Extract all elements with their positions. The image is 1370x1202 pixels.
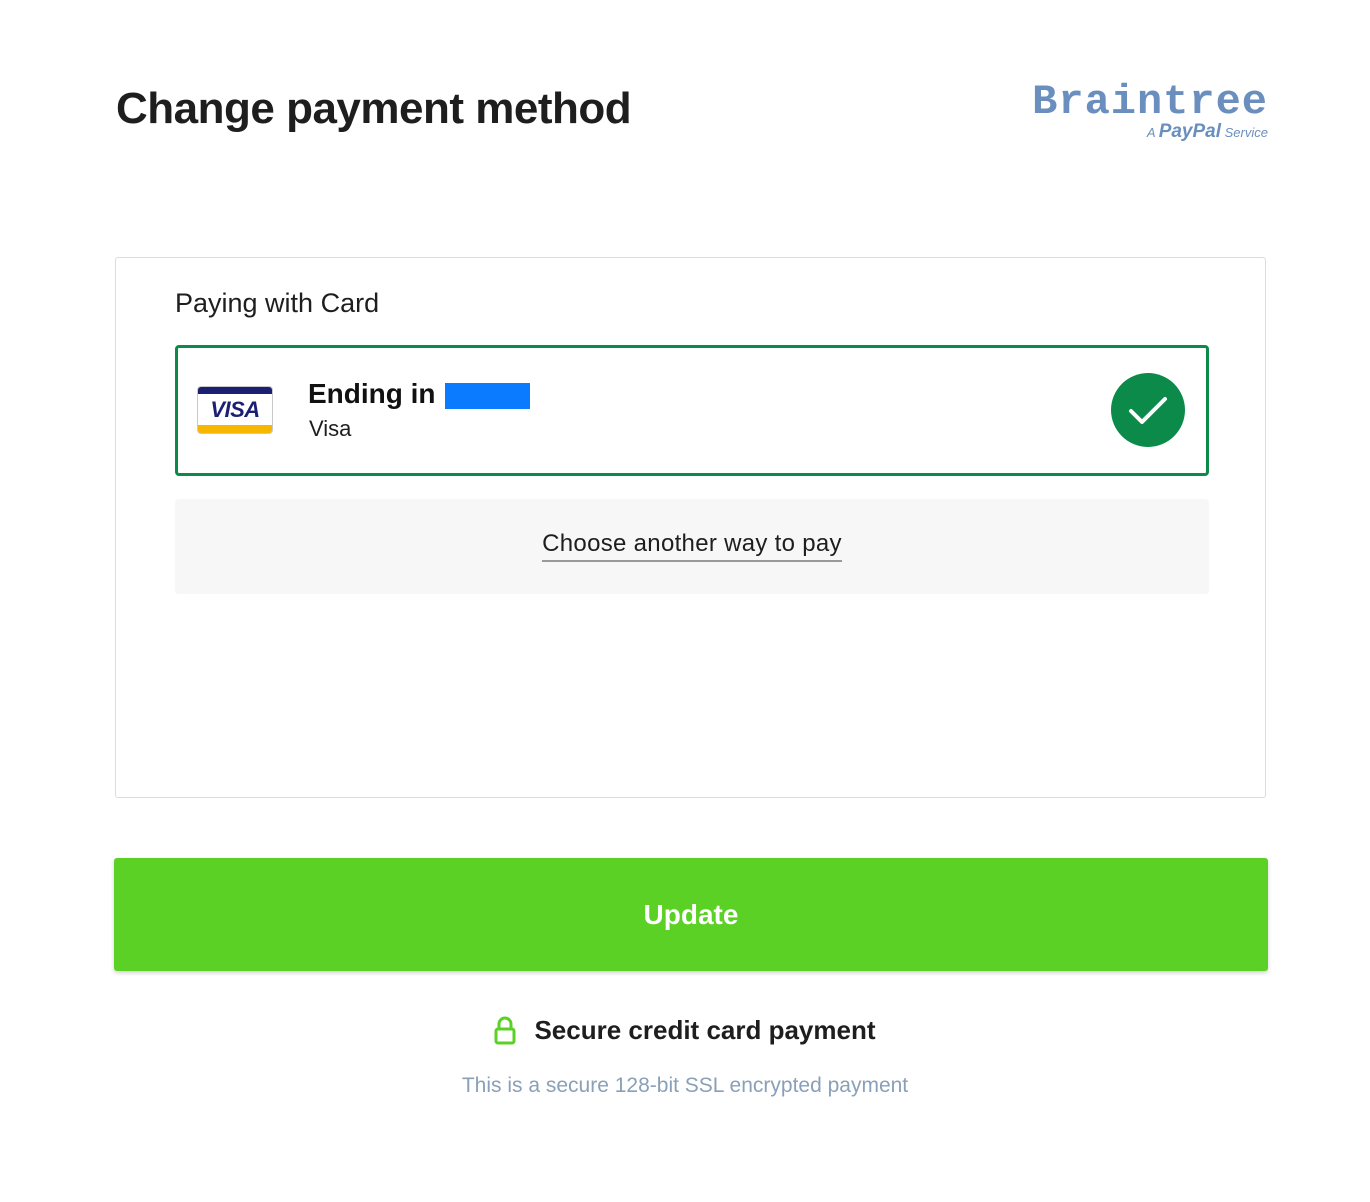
panel-heading: Paying with Card (175, 288, 380, 318)
secure-payment-row: Secure credit card payment (0, 1012, 1370, 1052)
payment-page: Change payment method Braintree A PayPal… (0, 0, 1370, 1202)
secure-payment-content: Secure credit card payment (494, 1012, 876, 1051)
card-digits-redacted (445, 383, 530, 409)
update-button[interactable]: Update (114, 858, 1268, 971)
ssl-description: This is a secure 128-bit SSL encrypted p… (461, 1074, 909, 1097)
logo-tagline: A PayPal Service (1010, 121, 1268, 142)
logo-prefix: A (1146, 125, 1156, 140)
logo-suffix: Service (1224, 125, 1268, 140)
logo-paypal: PayPal (1158, 121, 1222, 142)
visa-band-bottom (198, 425, 272, 433)
payment-method-panel: Paying with Card VISA Ending in Visa Cho… (115, 257, 1266, 798)
visa-logo-text: VISA (210, 397, 260, 422)
checkmark-icon (1111, 373, 1185, 447)
logo-wordmark: Braintree (1032, 78, 1268, 126)
choose-another-way-link[interactable]: Choose another way to pay (542, 530, 842, 562)
secure-payment-title: Secure credit card payment (534, 1015, 876, 1045)
card-brand-label: Visa (309, 416, 352, 441)
lock-icon (494, 1016, 516, 1051)
checkmark-glyph (1129, 397, 1167, 424)
visa-band-top (198, 387, 272, 394)
card-ending-label: Ending in (308, 378, 436, 409)
visa-card-icon: VISA (197, 386, 273, 434)
choose-another-way-container: Choose another way to pay (175, 499, 1209, 594)
selected-payment-method[interactable]: VISA Ending in Visa (175, 345, 1209, 476)
page-title: Change payment method (116, 84, 632, 133)
braintree-logo: Braintree A PayPal Service (1010, 80, 1268, 146)
